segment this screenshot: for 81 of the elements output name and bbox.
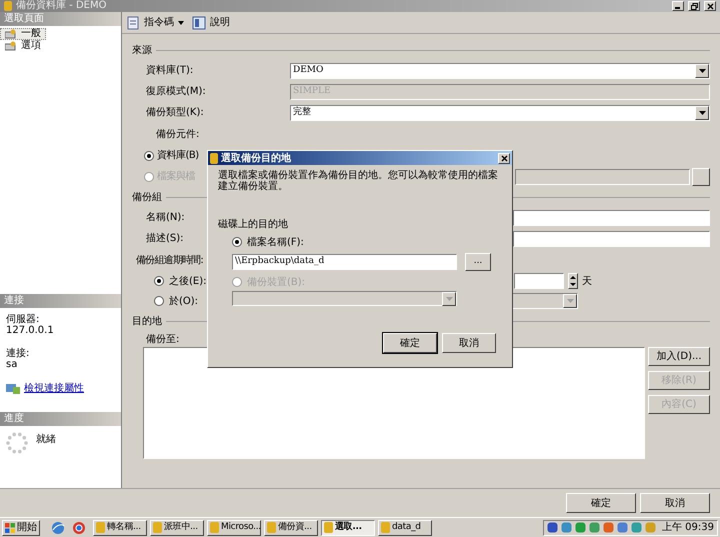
server-label: 伺服器:	[6, 314, 40, 325]
dialog-description: 選取檔案或備份裝置作為備份目的地。您可以為較常使用的檔案建立備份裝置。	[217, 168, 499, 194]
restore-icon[interactable]	[688, 1, 700, 11]
database-icon	[210, 152, 218, 164]
taskbar-button[interactable]: 備份資...	[264, 520, 318, 536]
radio-label: 檔案名稱(F):	[247, 236, 304, 250]
tray-icon[interactable]	[617, 522, 628, 533]
server-value: 127.0.0.1	[6, 325, 55, 336]
close-icon[interactable]	[498, 152, 510, 164]
database-icon	[381, 522, 390, 533]
radio-button[interactable]	[154, 276, 164, 286]
radio-label: 於(O):	[169, 294, 200, 308]
toolbar-button[interactable]: 說明	[192, 15, 230, 30]
destination-button[interactable]: 加入(D)...	[648, 347, 710, 366]
radio-label: 之後(E):	[169, 274, 208, 288]
tray-icon[interactable]	[547, 522, 558, 533]
field-label: 備份類型(K):	[145, 106, 205, 120]
taskbar-button[interactable]: 派班中...	[150, 520, 204, 536]
browser-icon[interactable]	[72, 520, 86, 534]
section-header: 來源	[132, 44, 152, 58]
section-header: 備份組	[132, 190, 162, 204]
days-field[interactable]	[514, 273, 564, 289]
database-icon	[324, 522, 333, 533]
group-label: 磁碟上的目的地	[217, 218, 289, 232]
radio-button[interactable]	[232, 237, 242, 247]
start-button[interactable]: 開始	[2, 520, 40, 536]
browser-icon[interactable]	[51, 520, 65, 534]
caret-icon	[178, 20, 184, 24]
tray-icon[interactable]	[603, 522, 614, 533]
footer-button[interactable]: 取消	[640, 493, 710, 513]
clock: 上午 09:39	[662, 520, 714, 535]
dialog-button[interactable]: 確定	[383, 333, 437, 353]
script-icon	[126, 16, 140, 30]
status-text: 就緒	[36, 432, 56, 447]
radio-button[interactable]	[154, 296, 164, 306]
field-label: 復原模式(M):	[145, 84, 207, 99]
database-icon	[153, 522, 162, 533]
toolbar-button[interactable]: 指令碼	[126, 15, 184, 30]
section-header: 目的地	[132, 314, 162, 328]
page-item[interactable]: 一般	[0, 28, 46, 40]
taskbar-button[interactable]: data_d	[378, 520, 432, 536]
minimize-icon[interactable]	[672, 1, 684, 11]
field-label: 備份組逾期時間:	[136, 254, 203, 268]
database-icon	[96, 522, 105, 533]
file-name-field[interactable]: \\Erpbackup\data_d	[232, 254, 457, 270]
database-icon	[267, 522, 276, 533]
pane-header: 連接	[0, 294, 121, 308]
progress-spinner-icon	[6, 432, 28, 454]
pane-header: 選取頁面	[0, 12, 121, 26]
help-icon	[192, 16, 206, 30]
login-label: 連接:	[6, 348, 30, 359]
field-label: 備份至:	[146, 332, 180, 346]
browse-button[interactable]: ...	[465, 253, 491, 271]
pane-header: 進度	[0, 412, 121, 426]
dialog-title: 選取備份目的地	[221, 152, 291, 166]
field-label: 備份元件:	[156, 128, 200, 142]
field-label: 資料庫(T):	[145, 64, 194, 78]
page-item[interactable]: 選項	[0, 40, 46, 52]
browse-button[interactable]	[692, 168, 710, 186]
start-icon	[5, 522, 15, 532]
taskbar-button[interactable]: 選取...	[321, 520, 375, 536]
dropdown-field[interactable]: 完整	[290, 104, 710, 120]
spinner-icon[interactable]	[568, 273, 578, 289]
field-label: 描述(S):	[146, 233, 184, 244]
text-field[interactable]	[513, 230, 710, 246]
footer-button[interactable]: 確定	[566, 493, 636, 513]
connection-properties-link[interactable]: 檢視連接屬性	[24, 382, 84, 394]
unit-label: 天	[582, 274, 593, 288]
server-properties-icon	[6, 382, 20, 394]
files-field[interactable]	[515, 168, 690, 184]
radio-label: 資料庫(B)	[157, 148, 199, 163]
database-icon	[210, 522, 219, 533]
taskbar-button[interactable]: 轉名稱...	[93, 520, 147, 536]
login-value: sa	[6, 359, 18, 370]
database-icon	[4, 1, 12, 11]
dropdown-field[interactable]: DEMO	[290, 62, 710, 78]
text-field[interactable]	[513, 210, 710, 226]
radio-button[interactable]	[144, 150, 154, 160]
field-label: 名稱(N):	[146, 212, 185, 223]
close-icon[interactable]	[704, 1, 716, 11]
dialog-button[interactable]: 取消	[442, 333, 496, 353]
